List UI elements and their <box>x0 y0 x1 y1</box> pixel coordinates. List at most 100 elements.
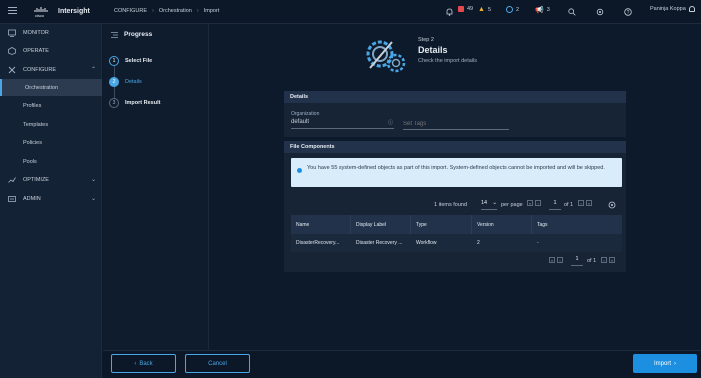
wizard-step-select-file[interactable]: 1 Select File <box>109 56 152 66</box>
megaphone-icon: 📢 <box>535 7 544 14</box>
last-page-icon[interactable]: » <box>586 200 592 206</box>
import-button[interactable]: Import › <box>633 354 697 373</box>
column-header-type[interactable]: Type <box>411 215 472 234</box>
page-total: of 1 <box>564 202 574 208</box>
column-header-version[interactable]: Version <box>472 215 532 234</box>
next-page-icon[interactable]: › <box>601 257 607 263</box>
chevron-down-icon: ⌄ <box>91 177 97 183</box>
sidebar-item-label: Policies <box>23 139 42 146</box>
cell-tags: - <box>537 240 539 246</box>
critical-alarms[interactable]: 49 <box>458 6 473 12</box>
sidebar-item-templates[interactable]: Templates <box>0 116 102 133</box>
sidebar-item-label: ADMIN <box>23 195 41 202</box>
bell-icon[interactable] <box>446 8 453 16</box>
chevron-right-icon: › <box>152 8 154 14</box>
file-components-header: File Components <box>284 141 626 153</box>
next-page-icon[interactable]: › <box>578 200 584 206</box>
tags-input[interactable] <box>403 119 509 130</box>
configure-icon <box>8 66 16 73</box>
cancel-button-label: Cancel <box>208 360 227 367</box>
warning-alarms[interactable]: ▲ 5 <box>478 6 491 13</box>
cell-version: 2 <box>477 240 480 246</box>
wizard-step-details[interactable]: 2 Details <box>109 77 142 87</box>
warning-alarm-count: 5 <box>487 6 491 13</box>
sidebar-item-profiles[interactable]: Profiles <box>0 97 102 114</box>
table-row[interactable]: DisasterRecovery... Disaster Recovery ..… <box>291 234 622 252</box>
requests-icon <box>506 6 513 13</box>
step-number: 1 <box>109 56 119 66</box>
breadcrumb-configure[interactable]: CONFIGURE <box>114 8 147 14</box>
organization-label: Organization <box>291 111 320 117</box>
info-banner-text: You have 55 system-defined objects as pa… <box>307 165 605 171</box>
bottom-pagination-next: ›» <box>599 257 615 264</box>
sidebar-item-label: MONITOR <box>23 29 49 36</box>
sidebar-item-configure[interactable]: CONFIGURE ⌃ <box>0 61 102 78</box>
chevron-down-icon: ⌄ <box>91 196 97 202</box>
sidebar-item-label: Orchestration <box>25 84 59 91</box>
cell-display-label: Disaster Recovery ... <box>356 240 403 246</box>
sidebar-item-label: Profiles <box>23 102 42 109</box>
prev-page-icon[interactable]: ‹ <box>557 257 563 263</box>
svg-text:cisco: cisco <box>35 13 45 18</box>
gear-icon[interactable] <box>596 8 604 16</box>
chevron-right-icon: › <box>674 360 676 367</box>
first-page-icon[interactable]: « <box>549 257 555 263</box>
details-header: Details <box>284 91 626 103</box>
organization-value: default <box>291 119 310 125</box>
prev-page-icon[interactable]: ‹ <box>535 200 541 206</box>
sidebar-item-optimize[interactable]: OPTIMIZE ⌄ <box>0 171 102 188</box>
last-page-icon[interactable]: » <box>609 257 615 263</box>
requests-indicator[interactable]: 2 <box>506 6 519 13</box>
column-header-display-label[interactable]: Display Label <box>351 215 411 234</box>
column-header-name[interactable]: Name <box>291 215 351 234</box>
cell-name: DisasterRecovery... <box>296 240 340 246</box>
sidebar-item-pools[interactable]: Pools <box>0 153 102 170</box>
details-panel: Details <box>284 91 626 137</box>
items-found: 1 items found <box>434 202 468 208</box>
search-icon[interactable] <box>568 8 576 16</box>
table-settings-gear-icon[interactable] <box>608 201 616 209</box>
bottom-page-total: of 1 <box>587 258 597 264</box>
back-button-label: Back <box>139 360 153 367</box>
sidebar-item-label: CONFIGURE <box>23 66 56 73</box>
per-page-value: 14 <box>481 200 488 206</box>
sidebar-item-policies[interactable]: Policies <box>0 134 102 151</box>
sidebar-item-orchestration[interactable]: Orchestration <box>0 79 102 96</box>
per-page-select[interactable]: 14 ⌄ <box>481 200 497 210</box>
cancel-button[interactable]: Cancel <box>185 354 250 373</box>
info-circle-icon <box>297 168 302 173</box>
progress-title: Progress <box>124 31 153 38</box>
bottom-pagination-prev: «‹ <box>547 257 563 264</box>
sidebar-item-label: Templates <box>23 121 49 128</box>
top-pagination-next: ›» <box>576 200 592 207</box>
step-label: Select File <box>125 58 153 64</box>
step-number: 2 <box>109 77 119 87</box>
page-number-input[interactable]: 1 <box>549 200 561 210</box>
announcements-count: 3 <box>546 7 550 13</box>
page-subtitle: Check the import details <box>418 58 477 64</box>
announcements-indicator[interactable]: 📢 3 <box>535 6 550 14</box>
info-banner: You have 55 system-defined objects as pa… <box>291 158 622 187</box>
chevron-down-icon: ⌄ <box>492 200 497 206</box>
column-header-tags[interactable]: Tags <box>532 215 622 234</box>
breadcrumb-orchestration[interactable]: Orchestration <box>159 8 192 14</box>
wizard-progress-panel: Progress <box>103 24 209 350</box>
first-page-icon[interactable]: « <box>527 200 533 206</box>
back-button[interactable]: ‹ Back <box>111 354 176 373</box>
bottom-page-number-input[interactable]: 1 <box>571 256 583 266</box>
sidebar-item-monitor[interactable]: MONITOR <box>0 24 102 41</box>
cisco-logo: cisco <box>34 7 48 18</box>
user-menu[interactable]: Paninja Koppa <box>650 6 695 12</box>
sidebar-item-operate[interactable]: OPERATE <box>0 42 102 59</box>
info-icon: ⓘ <box>387 120 393 126</box>
help-icon[interactable]: ? <box>624 8 632 16</box>
wizard-step-import-result[interactable]: 3 Import Result <box>109 98 160 108</box>
sidebar-item-label: Pools <box>23 158 37 165</box>
sidebar-item-admin[interactable]: ADMIN ⌄ <box>0 190 102 207</box>
hamburger-menu-icon[interactable] <box>8 7 17 16</box>
organization-select[interactable]: default ⓘ <box>291 119 394 129</box>
table-header: Name Display Label Type Version Tags <box>291 215 622 234</box>
step-indicator: Step 2 <box>418 37 434 43</box>
top-bar: cisco Intersight CONFIGURE › Orchestrati… <box>0 0 701 24</box>
step-label: Import Result <box>125 100 161 106</box>
